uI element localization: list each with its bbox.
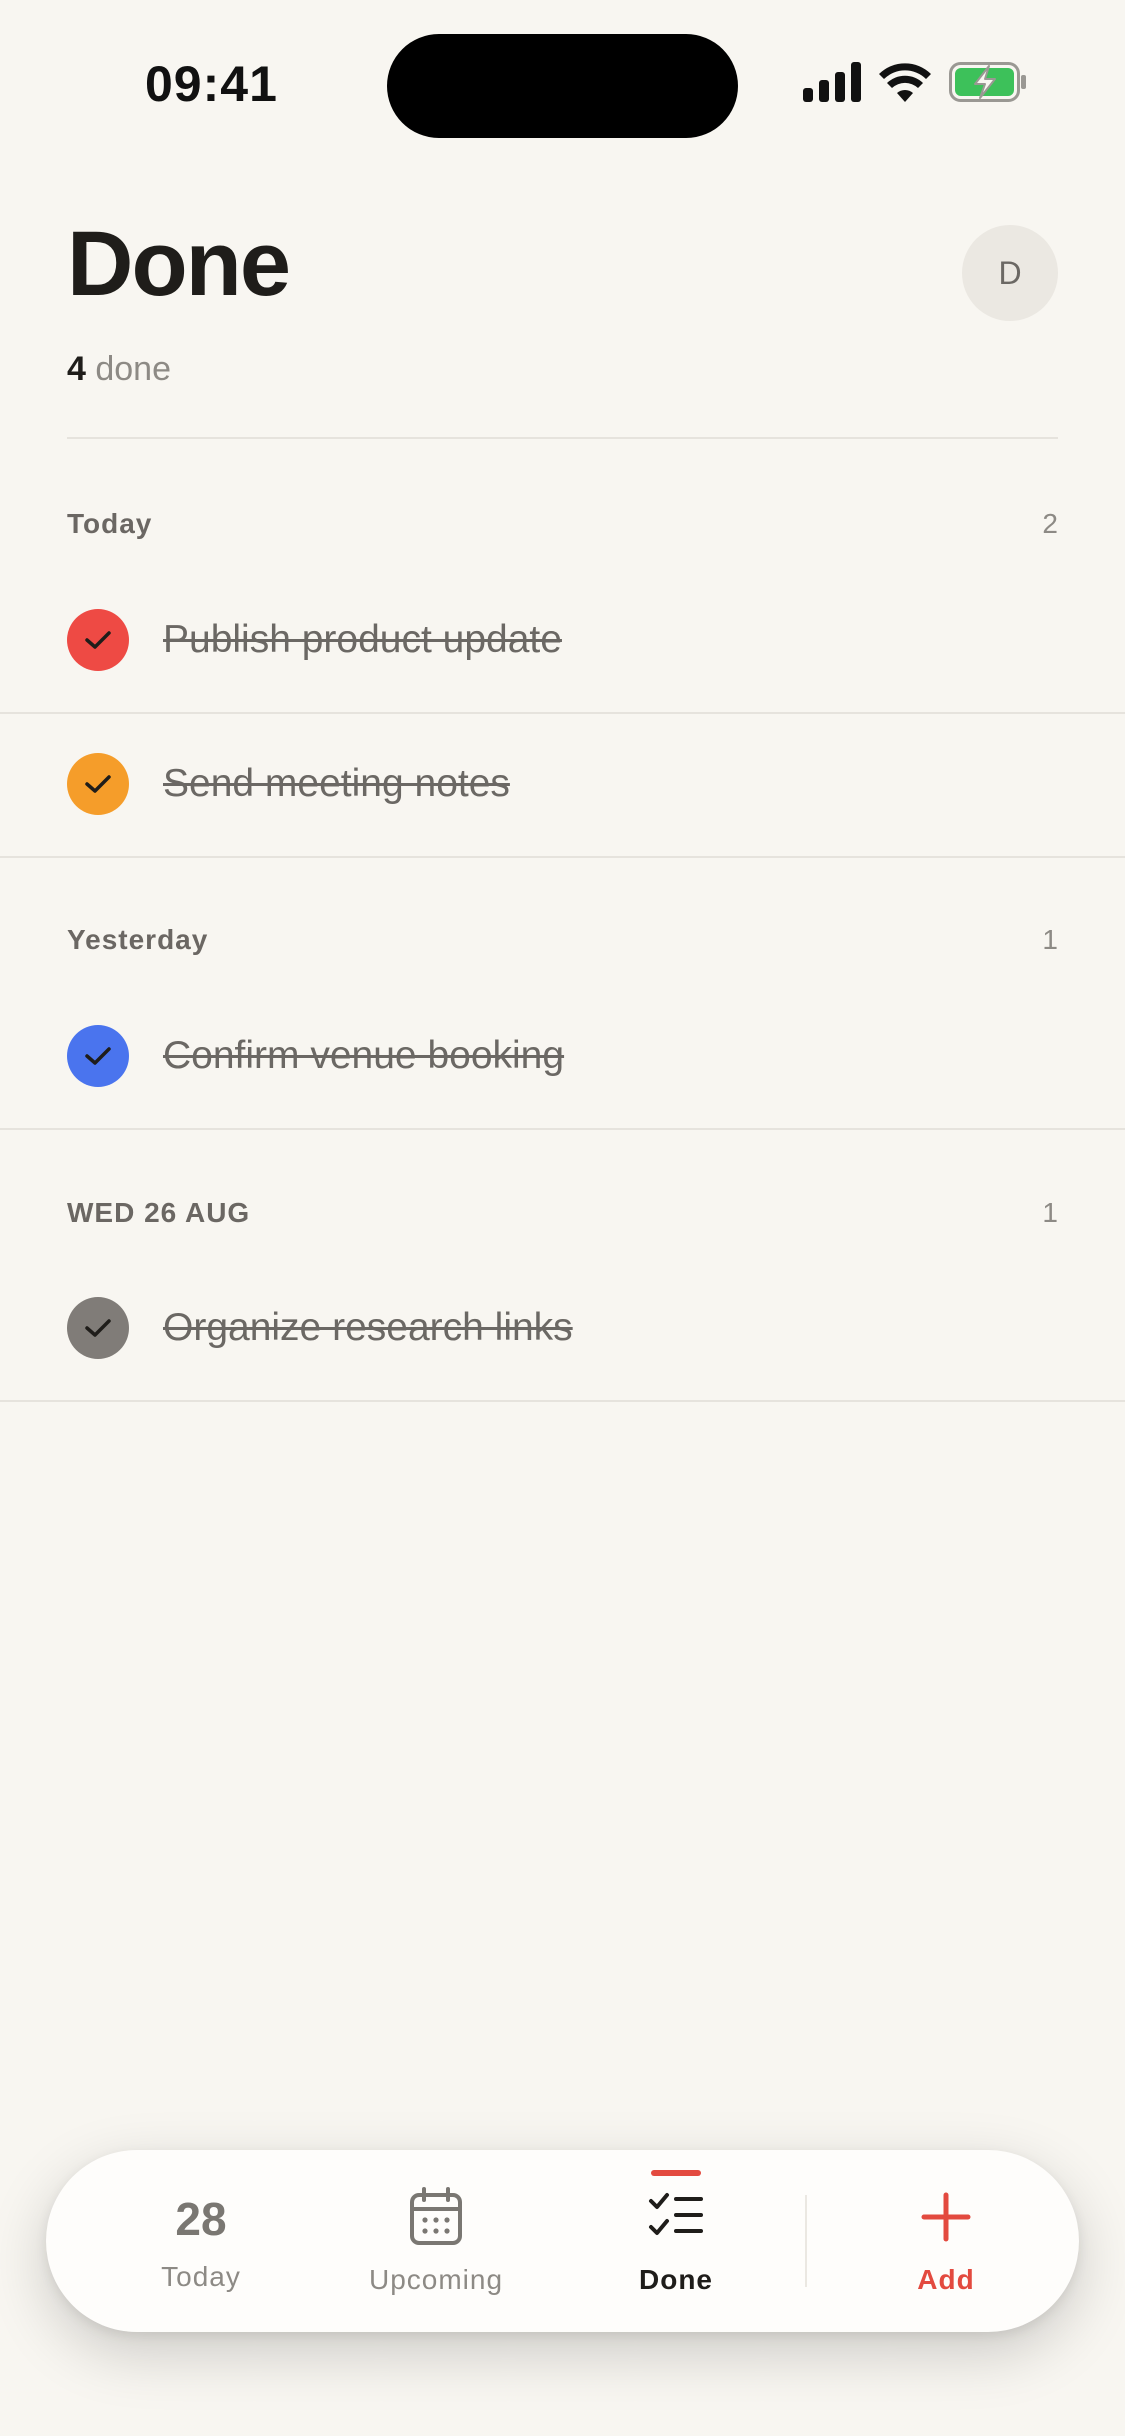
status-icons	[803, 62, 1027, 107]
section-count: 1	[1042, 1197, 1058, 1228]
section-title: Yesterday	[67, 924, 209, 955]
calendar-icon	[409, 2186, 463, 2252]
section-count: 1	[1042, 924, 1058, 955]
tab-today[interactable]: 28 Today	[106, 2150, 296, 2332]
add-task-button[interactable]: Add	[846, 2150, 1046, 2332]
checkmark-icon	[85, 1319, 111, 1337]
bottom-tab-bar: 28 Today Upcoming Done Add	[46, 2150, 1079, 2332]
dynamic-island	[387, 34, 738, 138]
section-header-yesterday: Yesterday 1	[67, 924, 1058, 956]
section-header-wed-26-aug: WED 26 AUG 1	[67, 1197, 1058, 1229]
task-label: Publish product update	[163, 618, 562, 661]
wifi-icon	[879, 62, 931, 107]
completed-check-button[interactable]	[67, 609, 129, 671]
tab-upcoming[interactable]: Upcoming	[336, 2150, 536, 2332]
section-title: WED 26 AUG	[67, 1197, 251, 1228]
header-divider	[67, 437, 1058, 439]
battery-charging-icon	[949, 62, 1027, 107]
avatar[interactable]: D	[962, 225, 1058, 321]
checkmark-icon	[85, 631, 111, 649]
done-suffix: done	[85, 350, 172, 388]
status-bar: 09:41	[0, 0, 1125, 170]
active-tab-indicator	[651, 2170, 701, 2176]
completed-check-button[interactable]	[67, 753, 129, 815]
section-header-today: Today 2	[67, 508, 1058, 540]
plus-icon	[918, 2187, 974, 2252]
tab-label: Upcoming	[368, 2263, 504, 2295]
page-title: Done	[67, 213, 291, 315]
tab-divider	[805, 2195, 807, 2287]
checkmark-icon	[85, 1047, 111, 1065]
avatar-initial: D	[998, 254, 1022, 291]
status-time: 09:41	[145, 56, 278, 112]
cellular-signal-icon	[803, 62, 861, 107]
tab-label: Today	[161, 2261, 241, 2292]
tab-label: Add	[917, 2263, 975, 2295]
today-date-number: 28	[175, 2193, 227, 2245]
task-label: Organize research links	[163, 1306, 573, 1349]
section-title: Today	[67, 508, 153, 539]
tab-label: Done	[639, 2263, 713, 2295]
tab-done[interactable]: Done	[576, 2150, 776, 2332]
section-count: 2	[1042, 508, 1058, 539]
done-count: 4	[67, 350, 86, 388]
done-summary: 4 done	[67, 350, 171, 389]
task-label: Confirm venue booking	[163, 1034, 565, 1077]
task-row[interactable]: Publish product update	[0, 568, 1125, 714]
task-row[interactable]: Send meeting notes	[0, 712, 1125, 858]
completed-check-button[interactable]	[67, 1025, 129, 1087]
task-label: Send meeting notes	[163, 762, 510, 805]
task-row[interactable]: Confirm venue booking	[0, 984, 1125, 1130]
checklist-icon	[648, 2187, 704, 2252]
task-row[interactable]: Organize research links	[0, 1256, 1125, 1402]
checkmark-icon	[85, 775, 111, 793]
completed-check-button[interactable]	[67, 1297, 129, 1359]
